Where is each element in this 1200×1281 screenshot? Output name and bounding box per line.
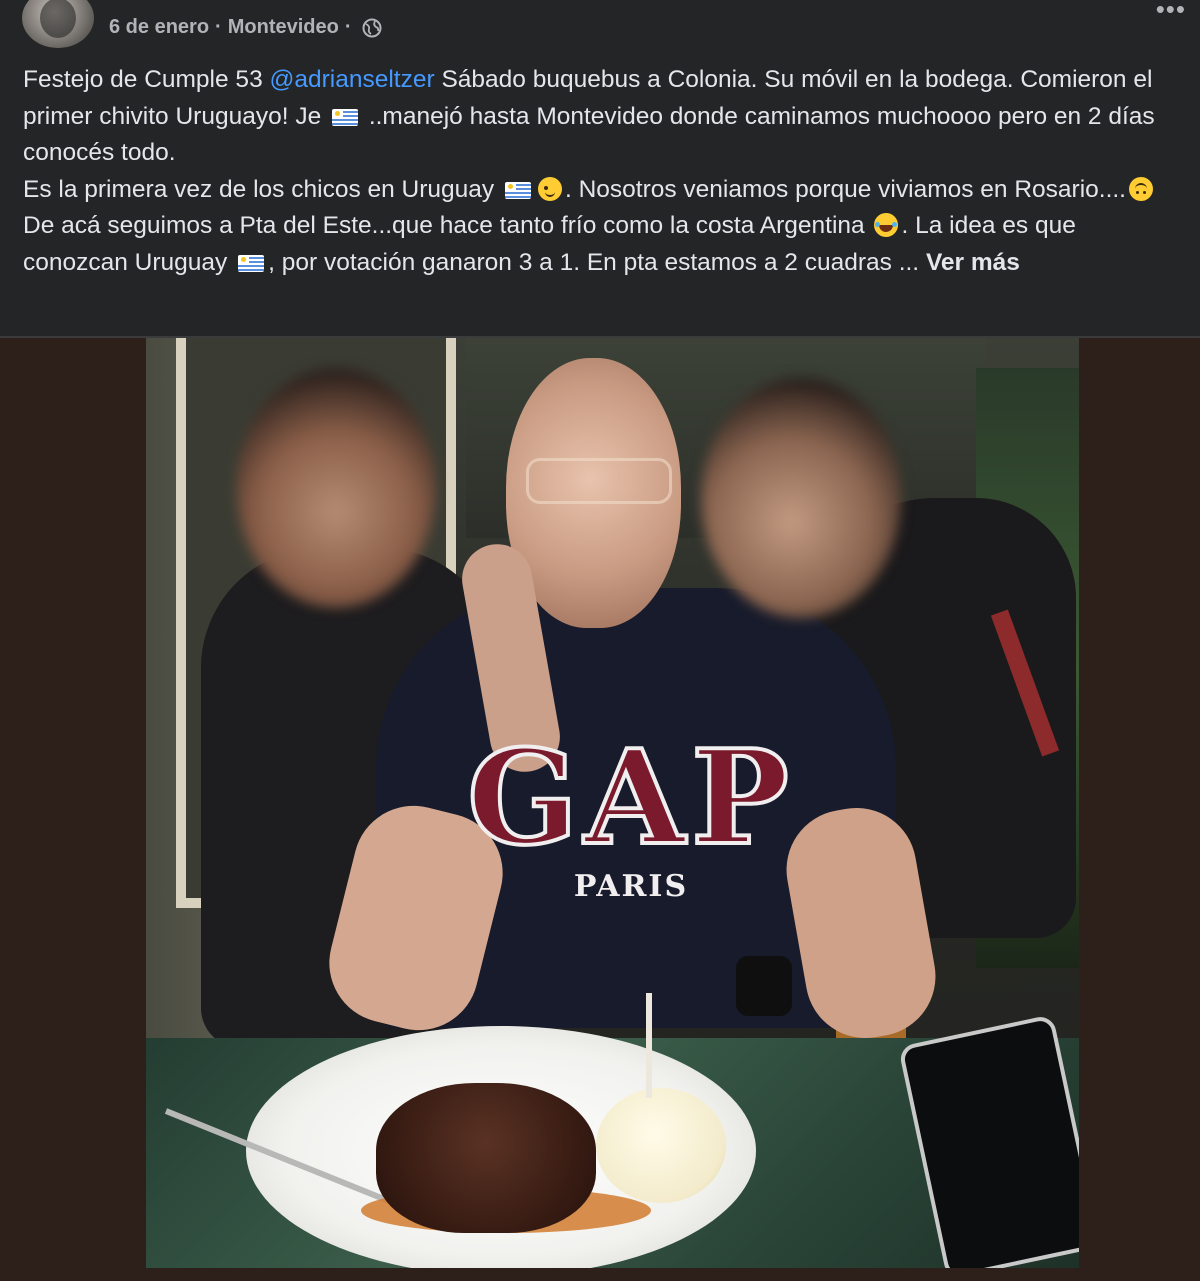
- post-text-segment: , por votación ganaron 3 a 1. En pta est…: [268, 248, 926, 276]
- photo-blurred-face: [236, 368, 436, 608]
- user-mention-link[interactable]: @adrianseltzer: [270, 66, 435, 93]
- globe-icon[interactable]: [362, 18, 382, 38]
- post-text: Festejo de Cumple 53 @adrianseltzer Sába…: [23, 62, 1183, 282]
- facebook-post: 6 de enero · Montevideo · ••• Festejo de…: [0, 0, 1200, 1281]
- post-date[interactable]: 6 de enero: [109, 16, 209, 39]
- photo-frame: GAP PARIS: [0, 338, 1200, 1281]
- meta-separator: ·: [215, 16, 222, 38]
- avatar[interactable]: [22, 0, 94, 48]
- photo-icecream: [596, 1088, 726, 1203]
- photo-blurred-face: [701, 378, 901, 618]
- photo-candle: [646, 993, 652, 1098]
- post-meta: 6 de enero · Montevideo ·: [109, 16, 382, 39]
- post-text-segment: . Nosotros veniamos porque viviamos en R…: [564, 175, 1126, 203]
- post-text-segment: De acá seguimos a Pta del Este...que hac…: [23, 212, 872, 240]
- winking-face-icon: [537, 176, 562, 201]
- photo-watch: [736, 956, 792, 1016]
- photo-cake: [376, 1083, 596, 1233]
- shirt-logo: GAP PARIS: [465, 728, 791, 908]
- upside-down-face-icon: [1129, 176, 1153, 201]
- tears-of-joy-icon: [874, 213, 899, 238]
- uruguay-flag-icon: [504, 181, 531, 199]
- see-more-link[interactable]: Ver más: [926, 249, 1020, 276]
- post-header: 6 de enero · Montevideo · •••: [0, 0, 1200, 55]
- post-photo[interactable]: GAP PARIS: [146, 338, 1079, 1268]
- more-options-icon[interactable]: •••: [1156, 0, 1186, 25]
- post-text-segment: Es la primera vez de los chicos en Urugu…: [23, 175, 501, 203]
- photo-glasses: [526, 458, 672, 504]
- meta-separator: ·: [344, 16, 352, 38]
- post-text-segment: Festejo de Cumple 53: [23, 66, 270, 93]
- shirt-logo-subtext: PARIS: [573, 868, 689, 904]
- uruguay-flag-icon: [332, 108, 359, 126]
- post-location[interactable]: Montevideo: [228, 16, 339, 39]
- shirt-logo-text: GAP: [465, 720, 795, 874]
- uruguay-flag-icon: [238, 254, 265, 272]
